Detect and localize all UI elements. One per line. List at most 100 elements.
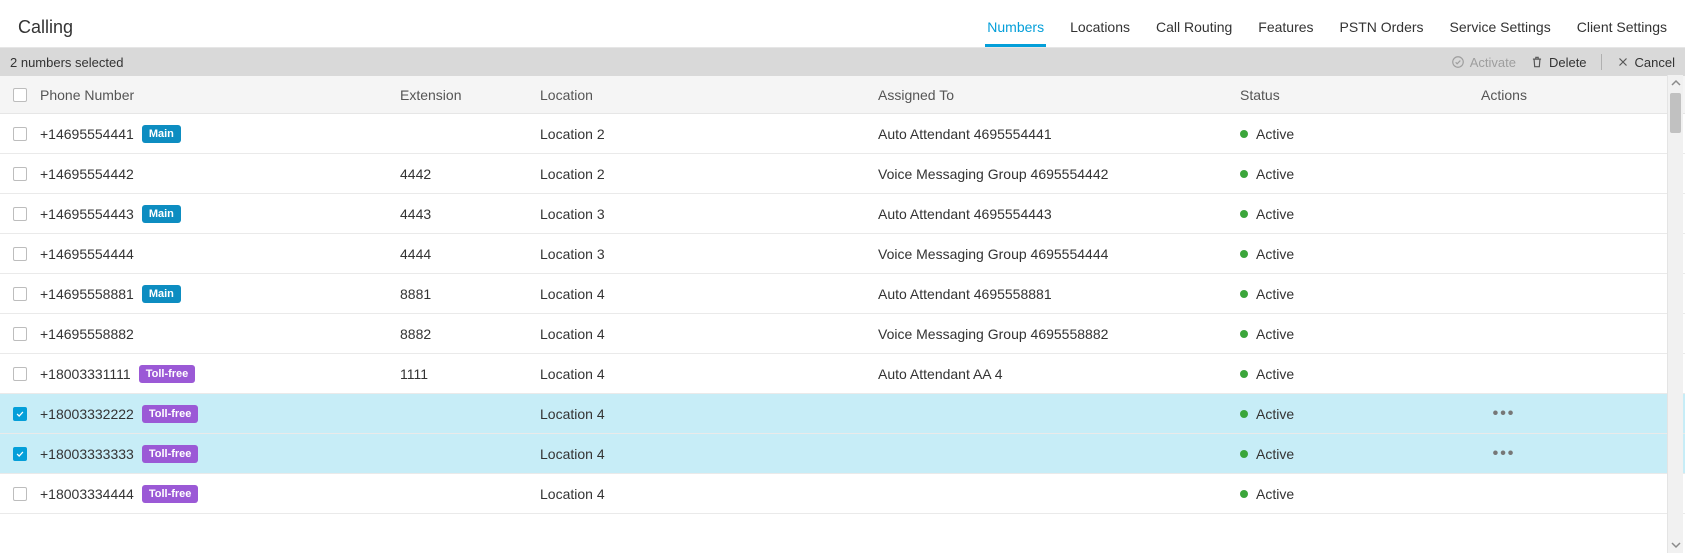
toll-free-badge: Toll-free [139, 365, 196, 383]
row-checkbox[interactable] [13, 407, 27, 421]
phone-cell: +18003333333 Toll-free [40, 445, 400, 463]
assigned-cell: Voice Messaging Group 4695554444 [878, 246, 1240, 262]
col-header-extension[interactable]: Extension [400, 87, 540, 103]
status-dot-icon [1240, 450, 1248, 458]
phone-number[interactable]: +18003333333 [40, 446, 134, 462]
more-actions-icon[interactable]: ••• [1493, 445, 1516, 463]
table-row[interactable]: +14695554443Main4443Location 3Auto Atten… [0, 194, 1685, 234]
location-cell: Location 4 [540, 406, 878, 422]
table-row[interactable]: +146955544444444Location 3Voice Messagin… [0, 234, 1685, 274]
table-row[interactable]: +14695558881Main8881Location 4Auto Atten… [0, 274, 1685, 314]
row-checkbox[interactable] [13, 367, 27, 381]
selection-summary: 2 numbers selected [10, 55, 123, 70]
table-row[interactable]: +14695554441MainLocation 2Auto Attendant… [0, 114, 1685, 154]
table-row[interactable]: +18003332222 Toll-free Location 4 Active ••• [0, 394, 1685, 434]
toll-free-badge: Toll-free [142, 405, 199, 423]
col-header-assigned[interactable]: Assigned To [878, 87, 1240, 103]
row-checkbox[interactable] [13, 127, 27, 141]
toll-free-badge: Toll-free [142, 445, 199, 463]
table-row[interactable]: +18003331111Toll-free1111Location 4Auto … [0, 354, 1685, 394]
status-cell: Active [1240, 166, 1440, 182]
status-dot-icon [1240, 170, 1248, 178]
location-cell: Location 4 [540, 486, 878, 502]
select-all-checkbox[interactable] [13, 88, 27, 102]
phone-cell: +14695554442 [40, 166, 400, 182]
col-header-status[interactable]: Status [1240, 87, 1440, 103]
row-checkbox[interactable] [13, 287, 27, 301]
row-checkbox-cell [0, 407, 40, 421]
row-checkbox[interactable] [13, 247, 27, 261]
row-checkbox[interactable] [13, 167, 27, 181]
actions-cell: ••• [1440, 445, 1568, 463]
col-header-phone[interactable]: Phone Number [40, 87, 400, 103]
phone-cell: +18003332222 Toll-free [40, 405, 400, 423]
status-label: Active [1256, 246, 1294, 262]
scrollbar[interactable] [1667, 75, 1683, 553]
delete-label: Delete [1549, 55, 1587, 70]
table-row[interactable]: +146955588828882Location 4Voice Messagin… [0, 314, 1685, 354]
row-checkbox-cell [0, 487, 40, 501]
phone-number[interactable]: +14695554443 [40, 206, 134, 222]
location-cell: Location 4 [540, 446, 878, 462]
status-cell: Active [1240, 446, 1440, 462]
phone-cell: +14695558881Main [40, 285, 400, 303]
status-dot-icon [1240, 410, 1248, 418]
tab-pstn-orders[interactable]: PSTN Orders [1338, 19, 1426, 47]
delete-button[interactable]: Delete [1530, 55, 1587, 70]
extension-cell: 8881 [400, 286, 540, 302]
scroll-thumb[interactable] [1670, 93, 1681, 133]
phone-cell: +18003334444Toll-free [40, 485, 400, 503]
status-cell: Active [1240, 366, 1440, 382]
assigned-cell: Auto Attendant 4695554443 [878, 206, 1240, 222]
location-cell: Location 4 [540, 286, 878, 302]
assigned-cell: Voice Messaging Group 4695554442 [878, 166, 1240, 182]
row-checkbox[interactable] [13, 207, 27, 221]
tab-locations[interactable]: Locations [1068, 19, 1132, 47]
main-badge: Main [142, 125, 181, 143]
phone-number[interactable]: +14695554444 [40, 246, 134, 262]
row-checkbox-cell [0, 207, 40, 221]
trash-icon [1530, 55, 1544, 69]
tab-call-routing[interactable]: Call Routing [1154, 19, 1234, 47]
row-checkbox-cell [0, 167, 40, 181]
status-cell: Active [1240, 206, 1440, 222]
status-cell: Active [1240, 126, 1440, 142]
cancel-button[interactable]: Cancel [1616, 55, 1675, 70]
more-actions-icon[interactable]: ••• [1493, 405, 1516, 423]
page-title: Calling [18, 17, 73, 38]
tab-features[interactable]: Features [1256, 19, 1315, 47]
status-dot-icon [1240, 490, 1248, 498]
status-label: Active [1256, 206, 1294, 222]
phone-number[interactable]: +18003332222 [40, 406, 134, 422]
scroll-down-icon[interactable] [1668, 537, 1683, 553]
tab-numbers[interactable]: Numbers [985, 19, 1046, 47]
phone-cell: +14695554443Main [40, 205, 400, 223]
cancel-label: Cancel [1635, 55, 1675, 70]
tab-bar: Numbers Locations Call Routing Features PSTN… [985, 8, 1669, 47]
selection-actions: Activate Delete Cancel [1451, 54, 1675, 70]
phone-number[interactable]: +18003334444 [40, 486, 134, 502]
extension-cell: 4442 [400, 166, 540, 182]
status-cell: Active [1240, 406, 1440, 422]
table-row[interactable]: +18003334444Toll-free Location 4 Active [0, 474, 1685, 514]
status-cell: Active [1240, 486, 1440, 502]
col-header-location[interactable]: Location [540, 87, 878, 103]
phone-number[interactable]: +14695558882 [40, 326, 134, 342]
row-checkbox[interactable] [13, 447, 27, 461]
row-checkbox[interactable] [13, 327, 27, 341]
table-row[interactable]: +18003333333 Toll-free Location 4 Active ••• [0, 434, 1685, 474]
tab-client-settings[interactable]: Client Settings [1575, 19, 1669, 47]
select-all-cell [0, 88, 40, 102]
row-checkbox[interactable] [13, 487, 27, 501]
status-cell: Active [1240, 326, 1440, 342]
phone-number[interactable]: +14695558881 [40, 286, 134, 302]
phone-number[interactable]: +14695554442 [40, 166, 134, 182]
numbers-table: Phone Number Extension Location Assigned… [0, 76, 1685, 514]
phone-number[interactable]: +14695554441 [40, 126, 134, 142]
tab-service-settings[interactable]: Service Settings [1448, 19, 1553, 47]
activate-button: Activate [1451, 55, 1516, 70]
assigned-cell: Auto Attendant AA 4 [878, 366, 1240, 382]
phone-number[interactable]: +18003331111 [40, 366, 131, 382]
table-row[interactable]: +146955544424442Location 2Voice Messagin… [0, 154, 1685, 194]
scroll-up-icon[interactable] [1668, 75, 1683, 91]
